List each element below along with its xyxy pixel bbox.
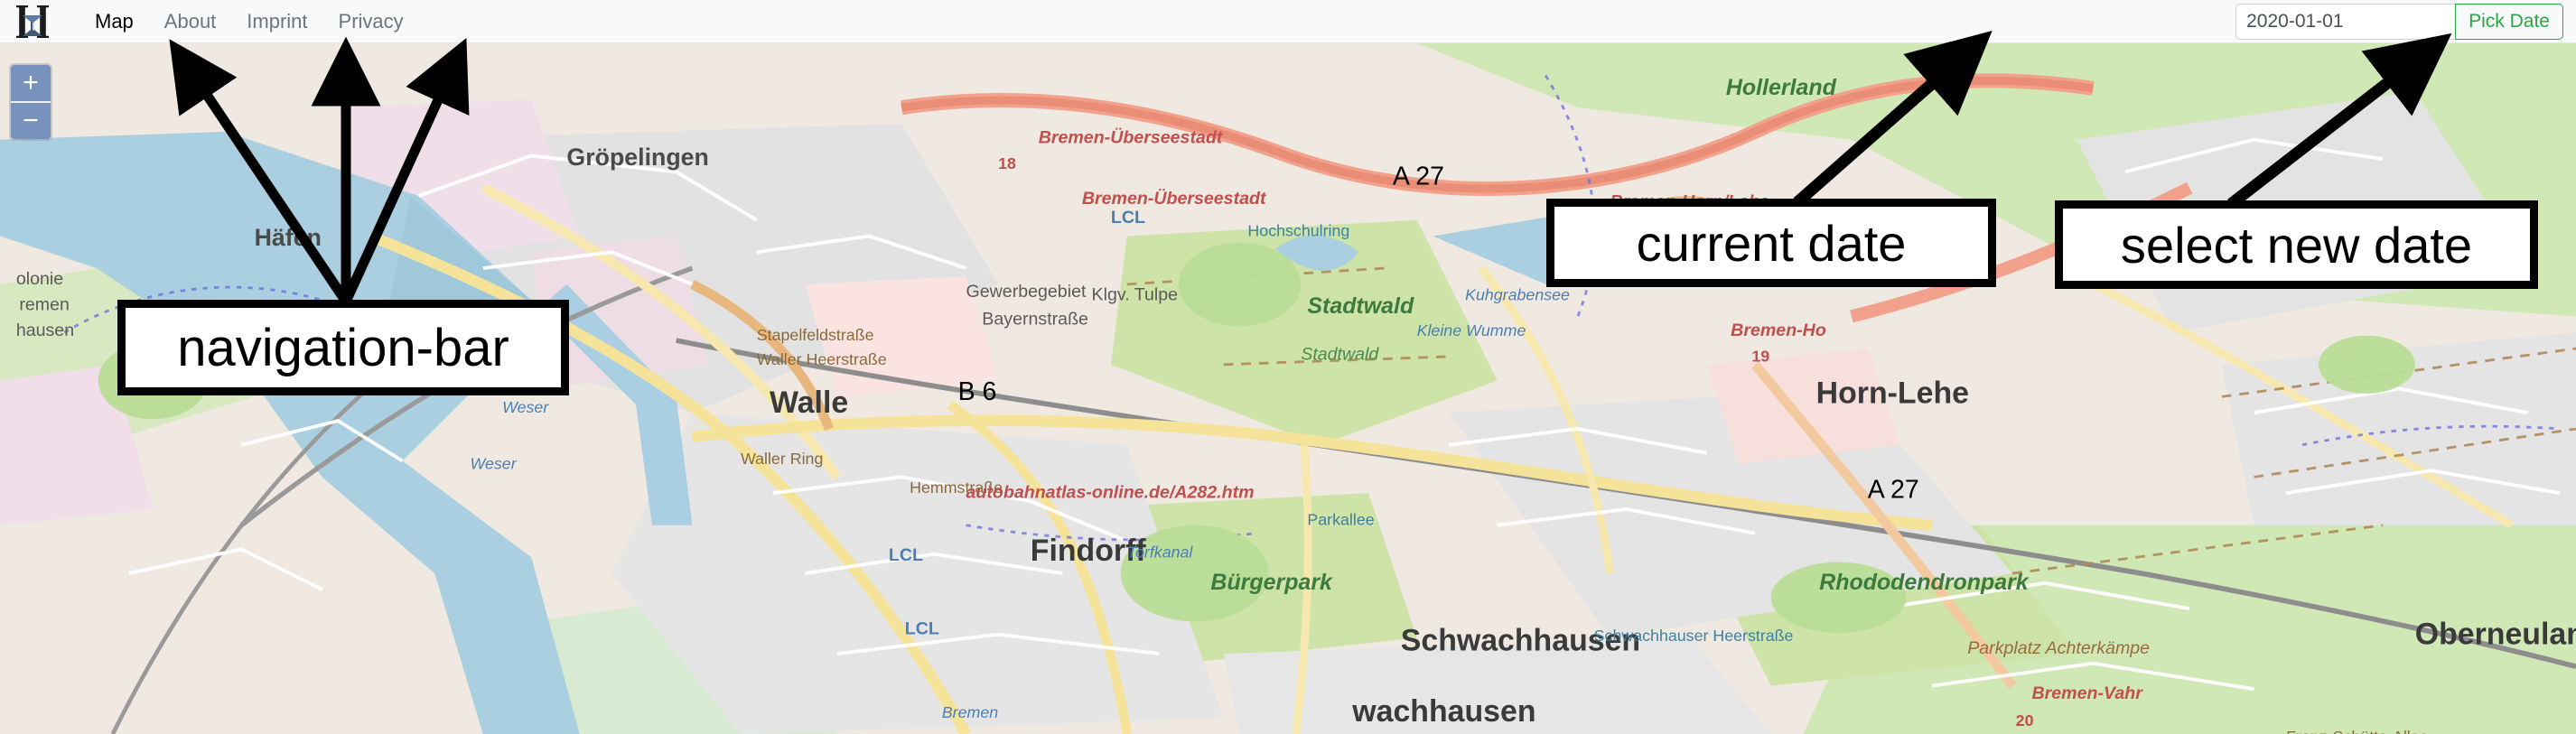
map-label: olonie	[16, 269, 63, 289]
date-input[interactable]	[2235, 3, 2456, 40]
map-label: 19	[1751, 347, 1769, 365]
map-label: Rhododendronpark	[1819, 570, 2030, 595]
nav-link-about[interactable]: About	[149, 11, 232, 32]
map-label: LCL	[1111, 208, 1145, 228]
nav-link-imprint[interactable]: Imprint	[231, 11, 322, 32]
map-label: Franz-Schütte-Allee	[2286, 728, 2429, 734]
map-label: Kuhgrabensee	[1465, 286, 1570, 304]
map-label: A 27	[1393, 163, 1444, 191]
map-label: Waller Heerstraße	[757, 350, 887, 368]
map-label: Waller Ring	[741, 450, 823, 468]
map-label: LCL	[905, 619, 939, 639]
map-label: autobahnatlas-online.de/A282.htm	[966, 482, 1255, 502]
map-label: hausen	[16, 321, 74, 340]
screen-root: Map About Imprint Privacy Pick Date .pla…	[0, 0, 2576, 734]
map-label: Oberneuland	[2415, 617, 2576, 651]
map-label: LCL	[889, 545, 923, 565]
map-label: Gröpelingen	[566, 144, 708, 171]
map-label: Weser	[502, 398, 549, 416]
map-label: wachhausen	[1351, 694, 1535, 729]
pick-date-button[interactable]: Pick Date	[2455, 3, 2563, 40]
nav-link-map[interactable]: Map	[79, 11, 149, 32]
map-label: Bürgerpark	[1210, 570, 1333, 595]
map-label: remen	[19, 294, 70, 314]
map-label: B 6	[958, 377, 997, 406]
map-label: Bremen-Ho	[1731, 321, 1826, 340]
map-label: Häfen	[255, 224, 322, 251]
map-label: 18	[998, 154, 1016, 172]
map-label: A 27	[1868, 476, 1919, 505]
map-label: Stapelfeldstraße	[757, 326, 874, 344]
map-label: Bremen	[942, 703, 998, 721]
map-label: Hollerland	[1726, 75, 1837, 100]
map-label: Gewerbegebiet	[966, 282, 1087, 302]
map-label: Parkplatz Achterkämpe	[1967, 638, 2150, 658]
map-label: Hochschulring	[1247, 222, 1349, 240]
map-label: Walle	[770, 386, 848, 420]
nav-links: Map About Imprint Privacy	[79, 11, 419, 32]
map-label: Bremen-Vahr	[2032, 683, 2144, 703]
brand-logo[interactable]	[7, 2, 58, 42]
zoom-in-button[interactable]: +	[11, 65, 51, 101]
map-label: Bremen-Überseestadt	[1082, 188, 1267, 209]
annotation-current-date: current date	[1546, 199, 1996, 287]
map-label: Stadtwald	[1301, 344, 1379, 364]
date-picker-group: Pick Date	[2235, 3, 2563, 40]
map-label: Bayernstraße	[982, 309, 1088, 329]
map-label: Parkallee	[1307, 511, 1374, 529]
map-label: Bremen-Überseestadt	[1039, 126, 1224, 147]
hourglass-logo-icon	[16, 5, 49, 38]
map-zoom-control: + −	[9, 63, 52, 141]
annotation-select-new-date: select new date	[2055, 200, 2538, 289]
map-label: Stadtwald	[1307, 293, 1414, 319]
map-label: Kleine Wumme	[1417, 321, 1526, 339]
map-label: Torfkanal	[1127, 543, 1194, 561]
map-label: Schwachhauser Heerstraße	[1594, 627, 1794, 645]
map-label: Horn-Lehe	[1816, 376, 1969, 411]
map-label: 20	[2016, 711, 2034, 729]
zoom-out-button[interactable]: −	[11, 101, 51, 139]
annotation-navigation-bar: navigation-bar	[117, 300, 569, 395]
map-label: Klgv. Tulpe	[1092, 285, 1179, 305]
nav-link-privacy[interactable]: Privacy	[323, 11, 419, 32]
navigation-bar: Map About Imprint Privacy Pick Date	[0, 0, 2576, 43]
map-label: Weser	[470, 454, 517, 472]
